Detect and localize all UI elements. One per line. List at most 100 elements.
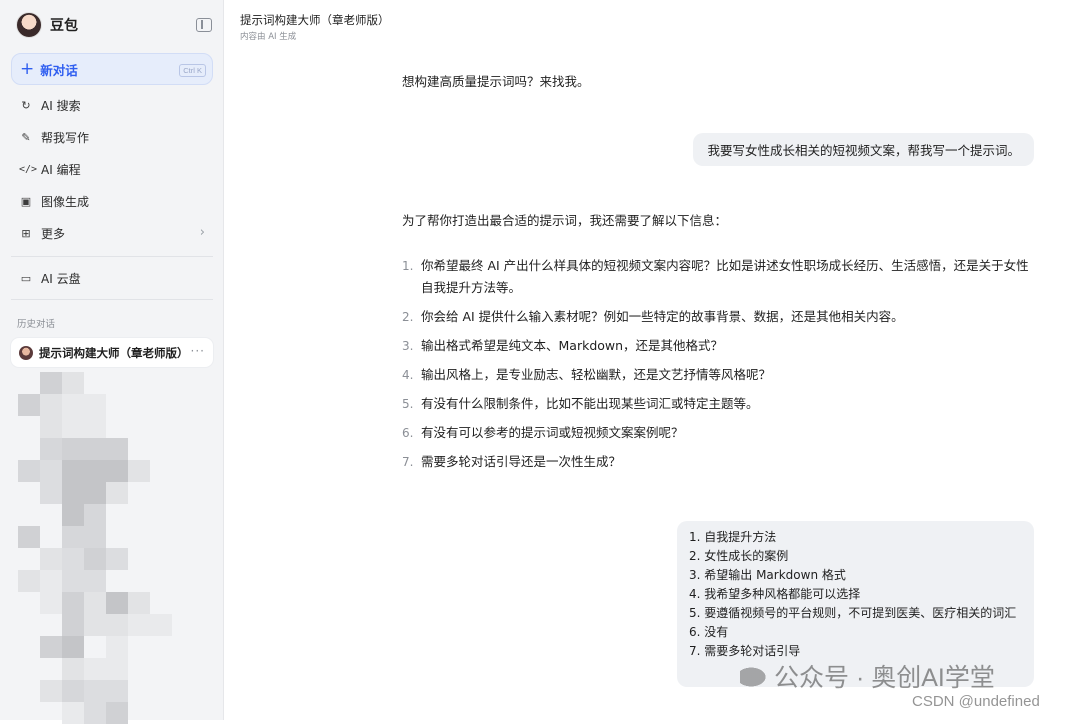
sidebar-nav: ↻ AI 搜索 ✎ 帮我写作 </> AI 编程 ▣ 图像生成 ⊞ 更多 › — [11, 89, 213, 249]
history-item-label: 提示词构建大师（章老师版） — [39, 345, 189, 360]
blur-pixel — [84, 394, 106, 416]
list-number: 4. — [402, 368, 414, 382]
list-number: 7. — [402, 455, 414, 469]
blur-pixel — [62, 614, 84, 636]
blur-pixel — [84, 460, 106, 482]
shortcut-badge: Ctrl K — [179, 64, 206, 77]
watermark-text: 公众号 · 奥创AI学堂 — [774, 664, 995, 692]
blur-pixel — [18, 394, 40, 416]
user-message-bubble: 我要写女性成长相关的短视频文案，帮我写一个提示词。 — [693, 133, 1034, 166]
blur-pixel — [84, 416, 106, 438]
blur-pixel — [40, 548, 62, 570]
sidebar-item-label: AI 搜索 — [41, 98, 81, 113]
blur-pixel — [40, 636, 62, 658]
assistant-message: 想构建高质量提示词吗？来找我。 — [402, 74, 590, 89]
history-avatar — [19, 345, 33, 360]
blur-pixel — [40, 394, 62, 416]
blur-pixel — [62, 570, 84, 592]
list-item: 2. 你会给 AI 提供什么输入素材呢？例如一些特定的故事背景、数据，还是其他相关… — [402, 306, 1034, 328]
blur-pixel — [18, 526, 40, 548]
user-answer-line: 6. 没有 — [689, 625, 729, 639]
sidebar-item-image-gen[interactable]: ▣ 图像生成 — [11, 185, 213, 217]
blur-pixel — [62, 504, 84, 526]
pen-icon: ✎ — [21, 130, 31, 144]
divider — [11, 299, 213, 300]
cloud-row[interactable]: ▭ AI 云盘 — [11, 262, 213, 294]
blur-pixel — [84, 526, 106, 548]
blur-pixel — [106, 636, 128, 658]
sidebar-item-more[interactable]: ⊞ 更多 › — [11, 217, 213, 249]
sidebar-item-label: 帮我写作 — [41, 130, 90, 145]
divider — [11, 256, 213, 257]
chat-title: 提示词构建大师（章老师版） — [240, 13, 390, 27]
blur-pixel — [106, 548, 128, 570]
search-refresh-icon: ↻ — [21, 98, 31, 112]
blur-pixel — [84, 438, 106, 460]
blur-pixel — [106, 614, 128, 636]
blur-pixel — [84, 658, 106, 680]
folder-icon: ▭ — [20, 271, 32, 285]
blur-pixel — [40, 372, 62, 394]
blur-pixel — [62, 592, 84, 614]
sidebar: 豆包 + 新对话 Ctrl K ↻ AI 搜索 ✎ 帮我写作 </> AI 编程… — [0, 0, 224, 724]
blur-pixel — [150, 614, 172, 636]
list-number: 1. — [402, 259, 414, 273]
blur-pixel — [40, 680, 62, 702]
list-text: 你会给 AI 提供什么输入素材呢？例如一些特定的故事背景、数据，还是其他相关内容… — [421, 309, 904, 324]
sidebar-item-label: 图像生成 — [41, 194, 90, 209]
sidebar-item-cloud[interactable]: ▭ AI 云盘 — [11, 262, 213, 294]
user-message-text: 我要写女性成长相关的短视频文案，帮我写一个提示词。 — [707, 143, 1020, 158]
history-item-active[interactable]: 提示词构建大师（章老师版） ··· — [11, 338, 213, 367]
blur-pixel — [84, 570, 106, 592]
blur-pixel — [106, 680, 128, 702]
new-chat-button[interactable]: + 新对话 Ctrl K — [11, 53, 213, 85]
list-number: 5. — [402, 397, 414, 411]
assistant-message-intro: 为了帮你打造出最合适的提示词，我还需要了解以下信息： — [402, 213, 728, 228]
blur-pixel — [84, 592, 106, 614]
blur-pixel — [106, 460, 128, 482]
code-icon: </> — [19, 163, 38, 175]
blur-pixel — [106, 592, 128, 614]
list-item: 4. 输出风格上，是专业励志、轻松幽默，还是文艺抒情等风格呢？ — [402, 364, 1034, 386]
blur-pixel — [106, 658, 128, 680]
sidebar-item-writing[interactable]: ✎ 帮我写作 — [11, 121, 213, 153]
blur-pixel — [84, 680, 106, 702]
sidebar-item-coding[interactable]: </> AI 编程 — [11, 153, 213, 185]
blur-pixel — [40, 592, 62, 614]
brand-name: 豆包 — [50, 18, 78, 34]
sidebar-item-ai-search[interactable]: ↻ AI 搜索 — [11, 89, 213, 121]
list-text: 有没有什么限制条件，比如不能出现某些词汇或特定主题等。 — [421, 396, 759, 411]
list-text: 有没有可以参考的提示词或短视频文案案例呢？ — [421, 425, 684, 440]
blur-pixel — [62, 548, 84, 570]
chevron-right-icon: › — [199, 225, 205, 240]
blur-pixel — [62, 702, 84, 724]
blur-pixel — [62, 460, 84, 482]
list-text: 输出风格上，是专业励志、轻松幽默，还是文艺抒情等风格呢？ — [421, 367, 772, 382]
blur-pixel — [40, 482, 62, 504]
sidebar-collapse-icon[interactable] — [196, 18, 212, 32]
list-text: 输出格式希望是纯文本、Markdown，还是其他格式？ — [421, 338, 724, 353]
brand[interactable]: 豆包 — [16, 12, 78, 38]
blurred-history-list — [18, 372, 178, 724]
sidebar-item-label: AI 编程 — [41, 162, 81, 177]
list-text: 你希望最终 AI 产出什么样具体的短视频文案内容呢？比如是讲述女性职场成长经历、… — [421, 258, 1029, 295]
user-answer-line: 2. 女性成长的案例 — [689, 549, 789, 563]
blur-pixel — [128, 592, 150, 614]
blur-pixel — [62, 372, 84, 394]
sidebar-item-label: 更多 — [41, 226, 66, 241]
blur-pixel — [40, 416, 62, 438]
list-number: 3. — [402, 339, 414, 353]
list-item: 1. 你希望最终 AI 产出什么样具体的短视频文案内容呢？比如是讲述女性职场成长经… — [402, 255, 1034, 299]
grid-icon: ⊞ — [21, 226, 31, 240]
plus-icon: + — [20, 58, 35, 79]
user-answer-line: 5. 要遵循视频号的平台规则，不可提到医美、医疗相关的词汇 — [689, 606, 1017, 620]
blur-pixel — [62, 526, 84, 548]
more-icon[interactable]: ··· — [191, 344, 205, 358]
blur-pixel — [40, 570, 62, 592]
assistant-question-list: 1. 你希望最终 AI 产出什么样具体的短视频文案内容呢？比如是讲述女性职场成长经… — [402, 255, 1034, 480]
blur-pixel — [62, 438, 84, 460]
image-icon: ▣ — [20, 194, 32, 208]
blur-pixel — [62, 658, 84, 680]
list-text: 需要多轮对话引导还是一次性生成？ — [421, 454, 622, 469]
blur-pixel — [62, 416, 84, 438]
